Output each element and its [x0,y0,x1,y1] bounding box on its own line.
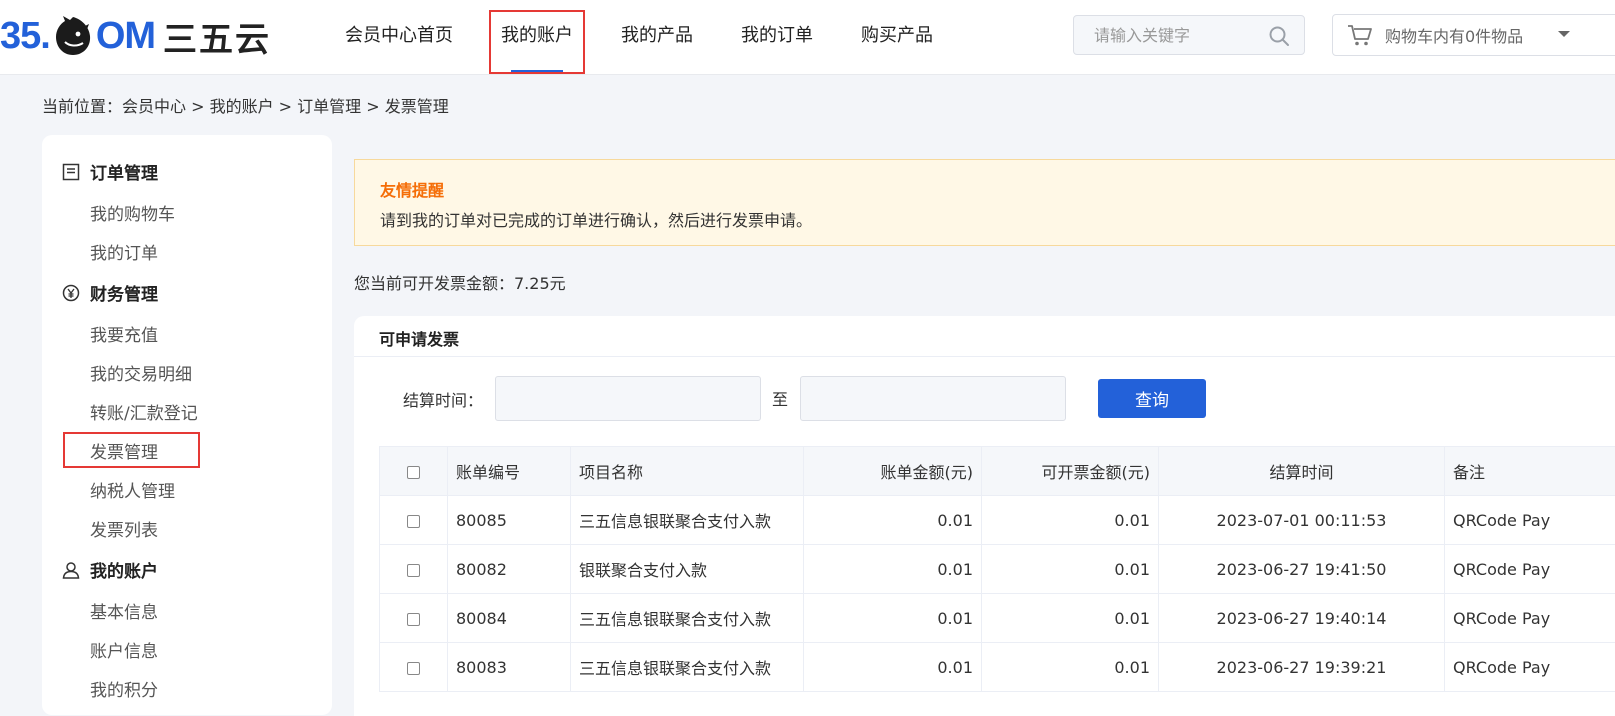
row-select-cell [380,643,448,692]
sidebar-item-transfer[interactable]: 转账/汇款登记 [90,399,198,424]
col-header-item-name: 项目名称 [571,447,804,496]
cell-bill-amount: 0.01 [804,594,982,643]
search-icon[interactable] [1268,25,1290,47]
logo-chinese: 三五云 [163,12,271,61]
cell-invoiceable-amount: 0.01 [982,496,1159,545]
cell-invoiceable-amount: 0.01 [982,545,1159,594]
panel-title: 可申请发票 [379,326,459,350]
list-icon [62,163,80,181]
cell-item-name: 三五信息银联聚合支付入款 [571,643,804,692]
select-all-checkbox[interactable] [407,466,420,479]
cell-item-name: 三五信息银联聚合支付入款 [571,594,804,643]
cell-bill-no: 80082 [448,545,571,594]
sidebar-item-invoice-management[interactable]: 发票管理 [90,438,158,463]
cell-settlement-time: 2023-07-01 00:11:53 [1159,496,1445,545]
start-date-input[interactable] [495,376,761,421]
cell-remark: QRCode Pay [1445,496,1615,545]
table-row: 80082 银联聚合支付入款 0.01 0.01 2023-06-27 19:4… [380,545,1615,594]
sidebar-group-finance: 财务管理 [62,280,158,305]
nav-member-home[interactable]: 会员中心首页 [345,0,453,74]
sidebar-item-taxpayer[interactable]: 纳税人管理 [90,477,175,502]
user-icon [62,561,80,579]
nav-buy-products[interactable]: 购买产品 [861,0,933,74]
top-header: 35. OM 三五云 会员中心首页 我的账户 我的产品 我的订单 购买产品 购物… [0,0,1615,75]
brand-logo[interactable]: 35. OM 三五云 [0,10,271,62]
sidebar-item-cart[interactable]: 我的购物车 [90,200,175,225]
col-header-settlement-time: 结算时间 [1159,447,1445,496]
cell-invoiceable-amount: 0.01 [982,594,1159,643]
search-input[interactable] [1074,16,1274,54]
invoice-amount-text: 您当前可开发票金额：7.25元 [354,270,566,294]
cart-icon [1347,23,1373,47]
row-select-cell [380,594,448,643]
invoice-table: 账单编号 项目名称 账单金额(元) 可开票金额(元) 结算时间 备注 80085… [379,446,1615,692]
cell-remark: QRCode Pay [1445,594,1615,643]
col-header-bill-amount: 账单金额(元) [804,447,982,496]
logo-number: 35. [0,15,50,58]
to-label: 至 [772,386,788,410]
cell-settlement-time: 2023-06-27 19:41:50 [1159,545,1445,594]
col-header-invoiceable-amount: 可开票金额(元) [982,447,1159,496]
row-checkbox[interactable] [407,613,420,626]
sidebar-group-label: 财务管理 [90,280,158,305]
sidebar-item-points[interactable]: 我的积分 [90,676,158,701]
nav-my-products[interactable]: 我的产品 [621,0,693,74]
cell-bill-amount: 0.01 [804,545,982,594]
sidebar-group-account: 我的账户 [62,557,158,582]
sidebar-item-transactions[interactable]: 我的交易明细 [90,360,192,385]
sidebar-group-label: 订单管理 [90,159,158,184]
logo-om: OM [96,15,155,58]
nav-my-account[interactable]: 我的账户 [501,0,573,74]
settlement-time-label: 结算时间： [403,387,483,411]
table-row: 80083 三五信息银联聚合支付入款 0.01 0.01 2023-06-27 … [380,643,1615,692]
col-header-bill-no: 账单编号 [448,447,571,496]
cell-bill-amount: 0.01 [804,496,982,545]
cart-label: 购物车内有0件物品 [1385,23,1523,47]
cell-bill-no: 80085 [448,496,571,545]
cell-bill-no: 80084 [448,594,571,643]
table-row: 80084 三五信息银联聚合支付入款 0.01 0.01 2023-06-27 … [380,594,1615,643]
main-nav: 会员中心首页 我的账户 我的产品 我的订单 购买产品 [345,0,981,74]
row-select-cell [380,545,448,594]
sidebar-group-orders: 订单管理 [62,159,158,184]
notice-text: 请到我的订单对已完成的订单进行确认，然后进行发票申请。 [380,207,812,231]
breadcrumb: 当前位置：会员中心 > 我的账户 > 订单管理 > 发票管理 [42,93,449,117]
sidebar-item-orders[interactable]: 我的订单 [90,239,158,264]
table-row: 80085 三五信息银联聚合支付入款 0.01 0.01 2023-07-01 … [380,496,1615,545]
cell-bill-no: 80083 [448,643,571,692]
sidebar-group-label: 我的账户 [90,557,158,582]
cell-settlement-time: 2023-06-27 19:39:21 [1159,643,1445,692]
notice-title: 友情提醒 [380,177,444,201]
table-header-row: 账单编号 项目名称 账单金额(元) 可开票金额(元) 结算时间 备注 [380,447,1615,496]
row-checkbox[interactable] [407,515,420,528]
sidebar-item-account-info[interactable]: 账户信息 [90,637,158,662]
row-checkbox[interactable] [407,662,420,675]
cell-remark: QRCode Pay [1445,545,1615,594]
cell-invoiceable-amount: 0.01 [982,643,1159,692]
yen-icon [62,284,80,302]
panel-header: 可申请发票 [354,316,1615,357]
sidebar-item-invoice-list[interactable]: 发票列表 [90,516,158,541]
col-header-remark: 备注 [1445,447,1615,496]
sidebar-item-basic-info[interactable]: 基本信息 [90,598,158,623]
cart-button[interactable]: 购物车内有0件物品 [1332,14,1615,56]
sidebar-item-recharge[interactable]: 我要充值 [90,321,158,346]
cell-settlement-time: 2023-06-27 19:40:14 [1159,594,1445,643]
row-checkbox[interactable] [407,564,420,577]
cell-item-name: 银联聚合支付入款 [571,545,804,594]
search-box [1073,15,1305,55]
notice-banner: 友情提醒 请到我的订单对已完成的订单进行确认，然后进行发票申请。 [354,159,1615,246]
nav-my-orders[interactable]: 我的订单 [741,0,813,74]
cell-item-name: 三五信息银联聚合支付入款 [571,496,804,545]
chevron-down-icon [1557,29,1571,39]
invoice-panel: 可申请发票 结算时间： 至 查询 账单编号 项目名称 账单金额(元) 可开票金额… [354,316,1615,716]
select-all-cell [380,447,448,496]
cell-bill-amount: 0.01 [804,643,982,692]
row-select-cell [380,496,448,545]
end-date-input[interactable] [800,376,1066,421]
dragon-logo-icon [51,14,95,58]
cell-remark: QRCode Pay [1445,643,1615,692]
query-button[interactable]: 查询 [1098,379,1206,418]
sidebar: 订单管理 我的购物车 我的订单 财务管理 我要充值 我的交易明细 转账/汇款登记… [42,135,332,715]
